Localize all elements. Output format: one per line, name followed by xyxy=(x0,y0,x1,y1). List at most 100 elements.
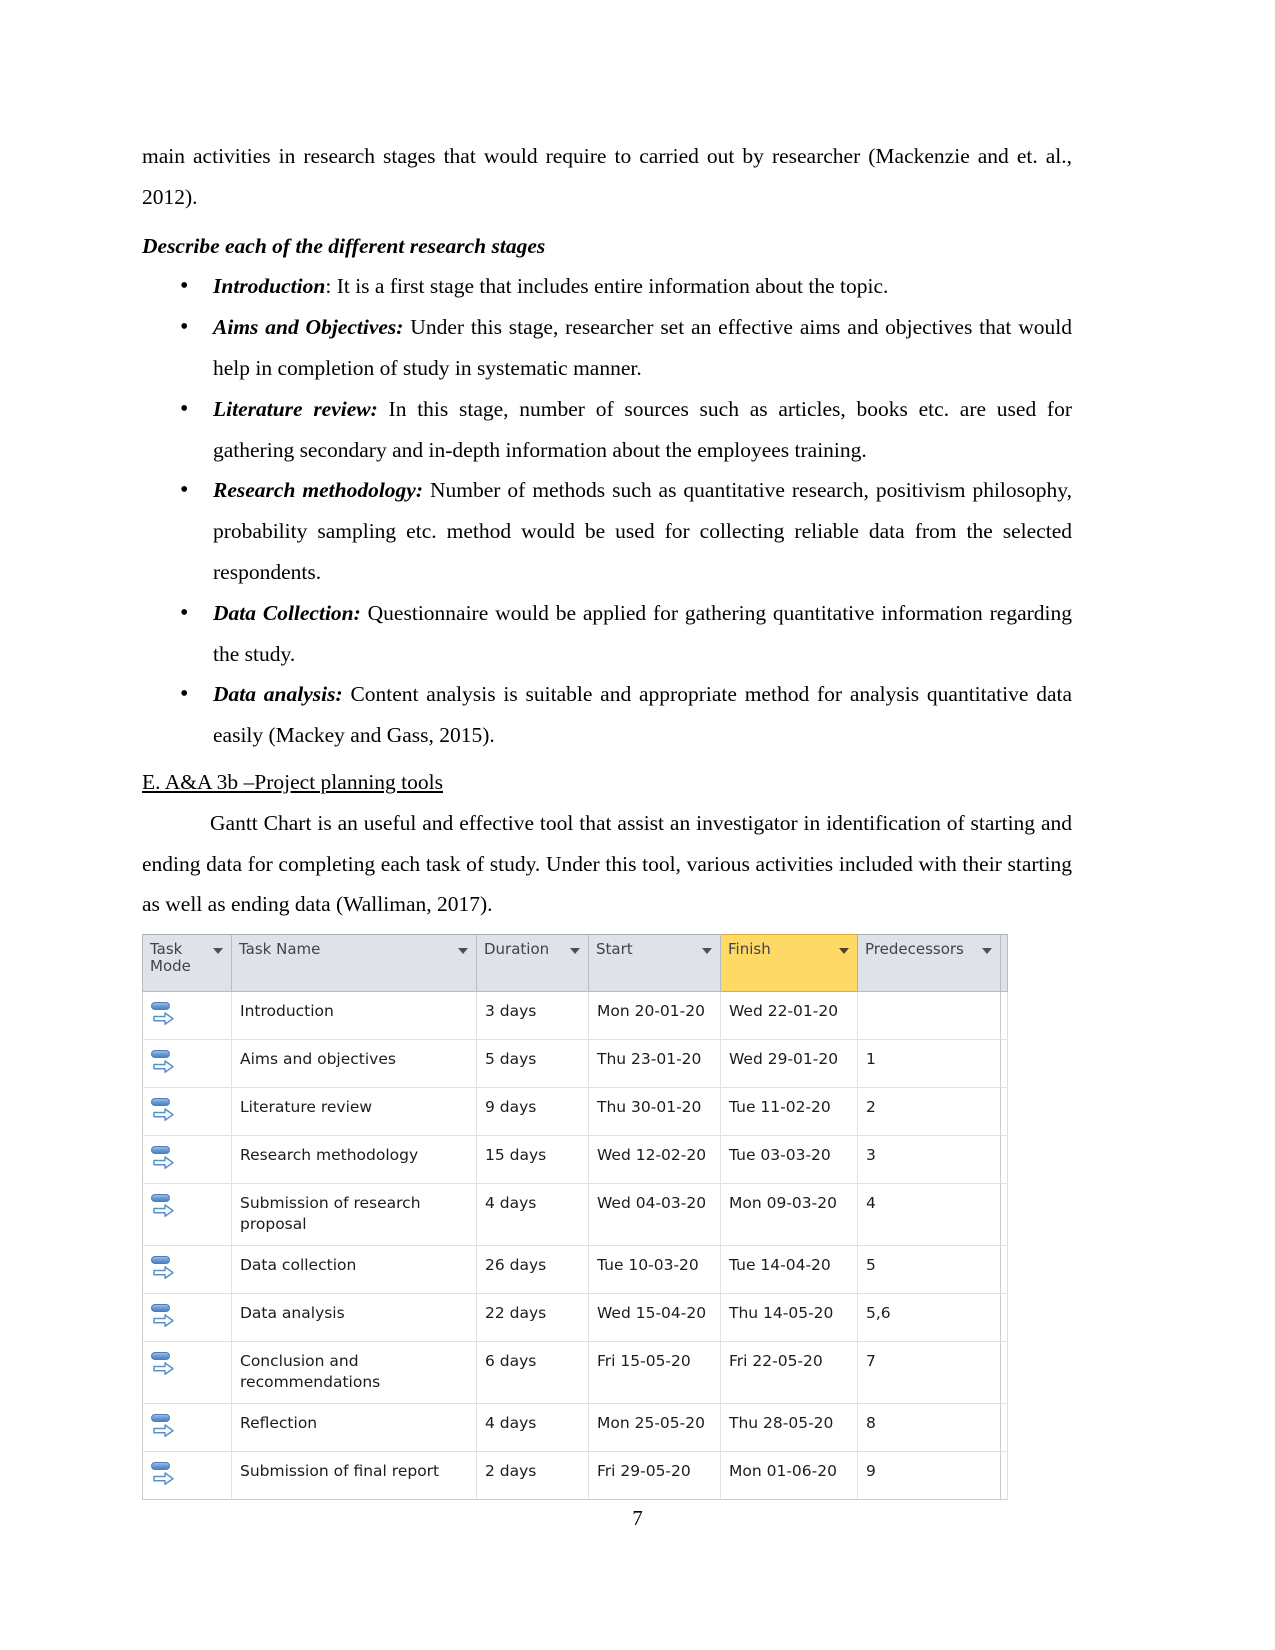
predecessors-cell[interactable]: 3 xyxy=(857,1135,1001,1184)
task-name-cell[interactable]: Literature review xyxy=(231,1087,477,1136)
column-header-finish[interactable]: Finish xyxy=(720,934,858,992)
duration-cell[interactable]: 2 days xyxy=(476,1451,589,1500)
truncated-cell xyxy=(1000,1087,1008,1136)
task-mode-cell[interactable] xyxy=(142,1087,232,1136)
stage-term: Literature review: xyxy=(213,396,378,421)
finish-date-cell[interactable]: Mon 09-03-20 xyxy=(720,1183,858,1246)
table-row[interactable]: Submission of research proposal 4 days Wed… xyxy=(142,1183,1008,1246)
task-bar-shape xyxy=(151,1304,170,1312)
task-name-cell[interactable]: Data collection xyxy=(231,1245,477,1294)
bullet-icon: • xyxy=(180,681,189,708)
duration-cell[interactable]: 15 days xyxy=(476,1135,589,1184)
start-date-cell[interactable]: Mon 25-05-20 xyxy=(588,1403,721,1452)
stage-term: Aims and Objectives: xyxy=(213,315,404,340)
filter-dropdown-icon[interactable] xyxy=(839,948,849,954)
truncated-cell xyxy=(1000,1245,1008,1294)
filter-dropdown-icon[interactable] xyxy=(213,948,223,954)
finish-date-cell[interactable]: Fri 22-05-20 xyxy=(720,1341,858,1404)
start-date-cell[interactable]: Wed 04-03-20 xyxy=(588,1183,721,1246)
finish-date-cell[interactable]: Wed 22-01-20 xyxy=(720,991,858,1040)
table-row[interactable]: Submission of final report 2 days Fri 29-0… xyxy=(142,1451,1008,1500)
predecessors-cell[interactable] xyxy=(857,991,1001,1040)
filter-dropdown-icon[interactable] xyxy=(982,948,992,954)
finish-date-cell[interactable]: Tue 03-03-20 xyxy=(720,1135,858,1184)
table-row[interactable]: Research methodology 15 days Wed 12-02-20 T… xyxy=(142,1135,1008,1184)
filter-dropdown-icon[interactable] xyxy=(570,948,580,954)
task-bar-shape xyxy=(151,1098,170,1106)
duration-cell[interactable]: 4 days xyxy=(476,1183,589,1246)
finish-date-cell[interactable]: Tue 11-02-20 xyxy=(720,1087,858,1136)
table-row[interactable]: Aims and objectives 5 days Thu 23-01-20 Wed… xyxy=(142,1039,1008,1088)
task-name-cell[interactable]: Introduction xyxy=(231,991,477,1040)
table-row[interactable]: Literature review 9 days Thu 30-01-20 Tue 1… xyxy=(142,1087,1008,1136)
predecessors-cell[interactable]: 7 xyxy=(857,1341,1001,1404)
task-name-cell[interactable]: Submission of research proposal xyxy=(231,1183,477,1246)
bullet-icon: • xyxy=(180,477,189,504)
auto-scheduled-icon xyxy=(151,1145,177,1173)
filter-dropdown-icon[interactable] xyxy=(458,948,468,954)
duration-cell[interactable]: 5 days xyxy=(476,1039,589,1088)
column-header-start[interactable]: Start xyxy=(588,934,721,992)
task-name-cell[interactable]: Research methodology xyxy=(231,1135,477,1184)
predecessors-cell[interactable]: 4 xyxy=(857,1183,1001,1246)
duration-cell[interactable]: 26 days xyxy=(476,1245,589,1294)
duration-cell[interactable]: 9 days xyxy=(476,1087,589,1136)
duration-cell[interactable]: 22 days xyxy=(476,1293,589,1342)
start-date-cell[interactable]: Thu 23-01-20 xyxy=(588,1039,721,1088)
column-header-task-mode[interactable]: Task Mode xyxy=(142,934,232,992)
start-date-cell[interactable]: Wed 15-04-20 xyxy=(588,1293,721,1342)
project-task-table: Task Mode Task Name Duration Start Finis… xyxy=(142,934,1008,1500)
filter-dropdown-icon[interactable] xyxy=(702,948,712,954)
task-name-cell[interactable]: Submission of final report xyxy=(231,1451,477,1500)
finish-date-cell[interactable]: Wed 29-01-20 xyxy=(720,1039,858,1088)
start-date-cell[interactable]: Mon 20-01-20 xyxy=(588,991,721,1040)
start-date-cell[interactable]: Tue 10-03-20 xyxy=(588,1245,721,1294)
task-name-cell[interactable]: Aims and objectives xyxy=(231,1039,477,1088)
task-mode-cell[interactable] xyxy=(142,1135,232,1184)
table-header: Task Mode Task Name Duration Start Finis… xyxy=(142,934,1008,992)
task-name-cell[interactable]: Conclusion and recommendations xyxy=(231,1341,477,1404)
task-mode-cell[interactable] xyxy=(142,1245,232,1294)
predecessors-cell[interactable]: 2 xyxy=(857,1087,1001,1136)
column-header-truncated[interactable] xyxy=(1000,934,1008,992)
start-date-cell[interactable]: Wed 12-02-20 xyxy=(588,1135,721,1184)
task-mode-cell[interactable] xyxy=(142,991,232,1040)
task-mode-cell[interactable] xyxy=(142,1403,232,1452)
table-row[interactable]: Conclusion and recommendations 6 days Fri … xyxy=(142,1341,1008,1404)
column-header-duration[interactable]: Duration xyxy=(476,934,589,992)
auto-scheduled-icon xyxy=(151,1413,177,1441)
start-date-cell[interactable]: Thu 30-01-20 xyxy=(588,1087,721,1136)
start-date-cell[interactable]: Fri 29-05-20 xyxy=(588,1451,721,1500)
table-row[interactable]: Data analysis 22 days Wed 15-04-20 Thu 14-0… xyxy=(142,1293,1008,1342)
predecessors-cell[interactable]: 5 xyxy=(857,1245,1001,1294)
duration-cell[interactable]: 4 days xyxy=(476,1403,589,1452)
duration-cell[interactable]: 6 days xyxy=(476,1341,589,1404)
duration-cell[interactable]: 3 days xyxy=(476,991,589,1040)
task-mode-cell[interactable] xyxy=(142,1341,232,1404)
finish-date-cell[interactable]: Mon 01-06-20 xyxy=(720,1451,858,1500)
task-bar-shape xyxy=(151,1146,170,1154)
auto-scheduled-icon xyxy=(151,1351,177,1379)
column-header-task-name[interactable]: Task Name xyxy=(231,934,477,992)
predecessors-cell[interactable]: 1 xyxy=(857,1039,1001,1088)
table-row[interactable]: Introduction 3 days Mon 20-01-20 Wed 22-01-… xyxy=(142,991,1008,1040)
task-bar-shape xyxy=(151,1414,170,1422)
finish-date-cell[interactable]: Thu 14-05-20 xyxy=(720,1293,858,1342)
predecessors-cell[interactable]: 9 xyxy=(857,1451,1001,1500)
predecessors-cell[interactable]: 8 xyxy=(857,1403,1001,1452)
task-mode-cell[interactable] xyxy=(142,1183,232,1246)
stage-list-item: • Aims and Objectives: Under this stage, … xyxy=(142,307,1072,389)
predecessors-cell[interactable]: 5,6 xyxy=(857,1293,1001,1342)
task-mode-cell[interactable] xyxy=(142,1451,232,1500)
task-mode-cell[interactable] xyxy=(142,1293,232,1342)
task-name-cell[interactable]: Data analysis xyxy=(231,1293,477,1342)
task-mode-cell[interactable] xyxy=(142,1039,232,1088)
table-row[interactable]: Data collection 26 days Tue 10-03-20 Tue 14… xyxy=(142,1245,1008,1294)
table-row[interactable]: Reflection 4 days Mon 25-05-20 Thu 28-05-20… xyxy=(142,1403,1008,1452)
column-header-predecessors[interactable]: Predecessors xyxy=(857,934,1001,992)
start-date-cell[interactable]: Fri 15-05-20 xyxy=(588,1341,721,1404)
task-name-cell[interactable]: Reflection xyxy=(231,1403,477,1452)
truncated-cell xyxy=(1000,991,1008,1040)
finish-date-cell[interactable]: Tue 14-04-20 xyxy=(720,1245,858,1294)
finish-date-cell[interactable]: Thu 28-05-20 xyxy=(720,1403,858,1452)
